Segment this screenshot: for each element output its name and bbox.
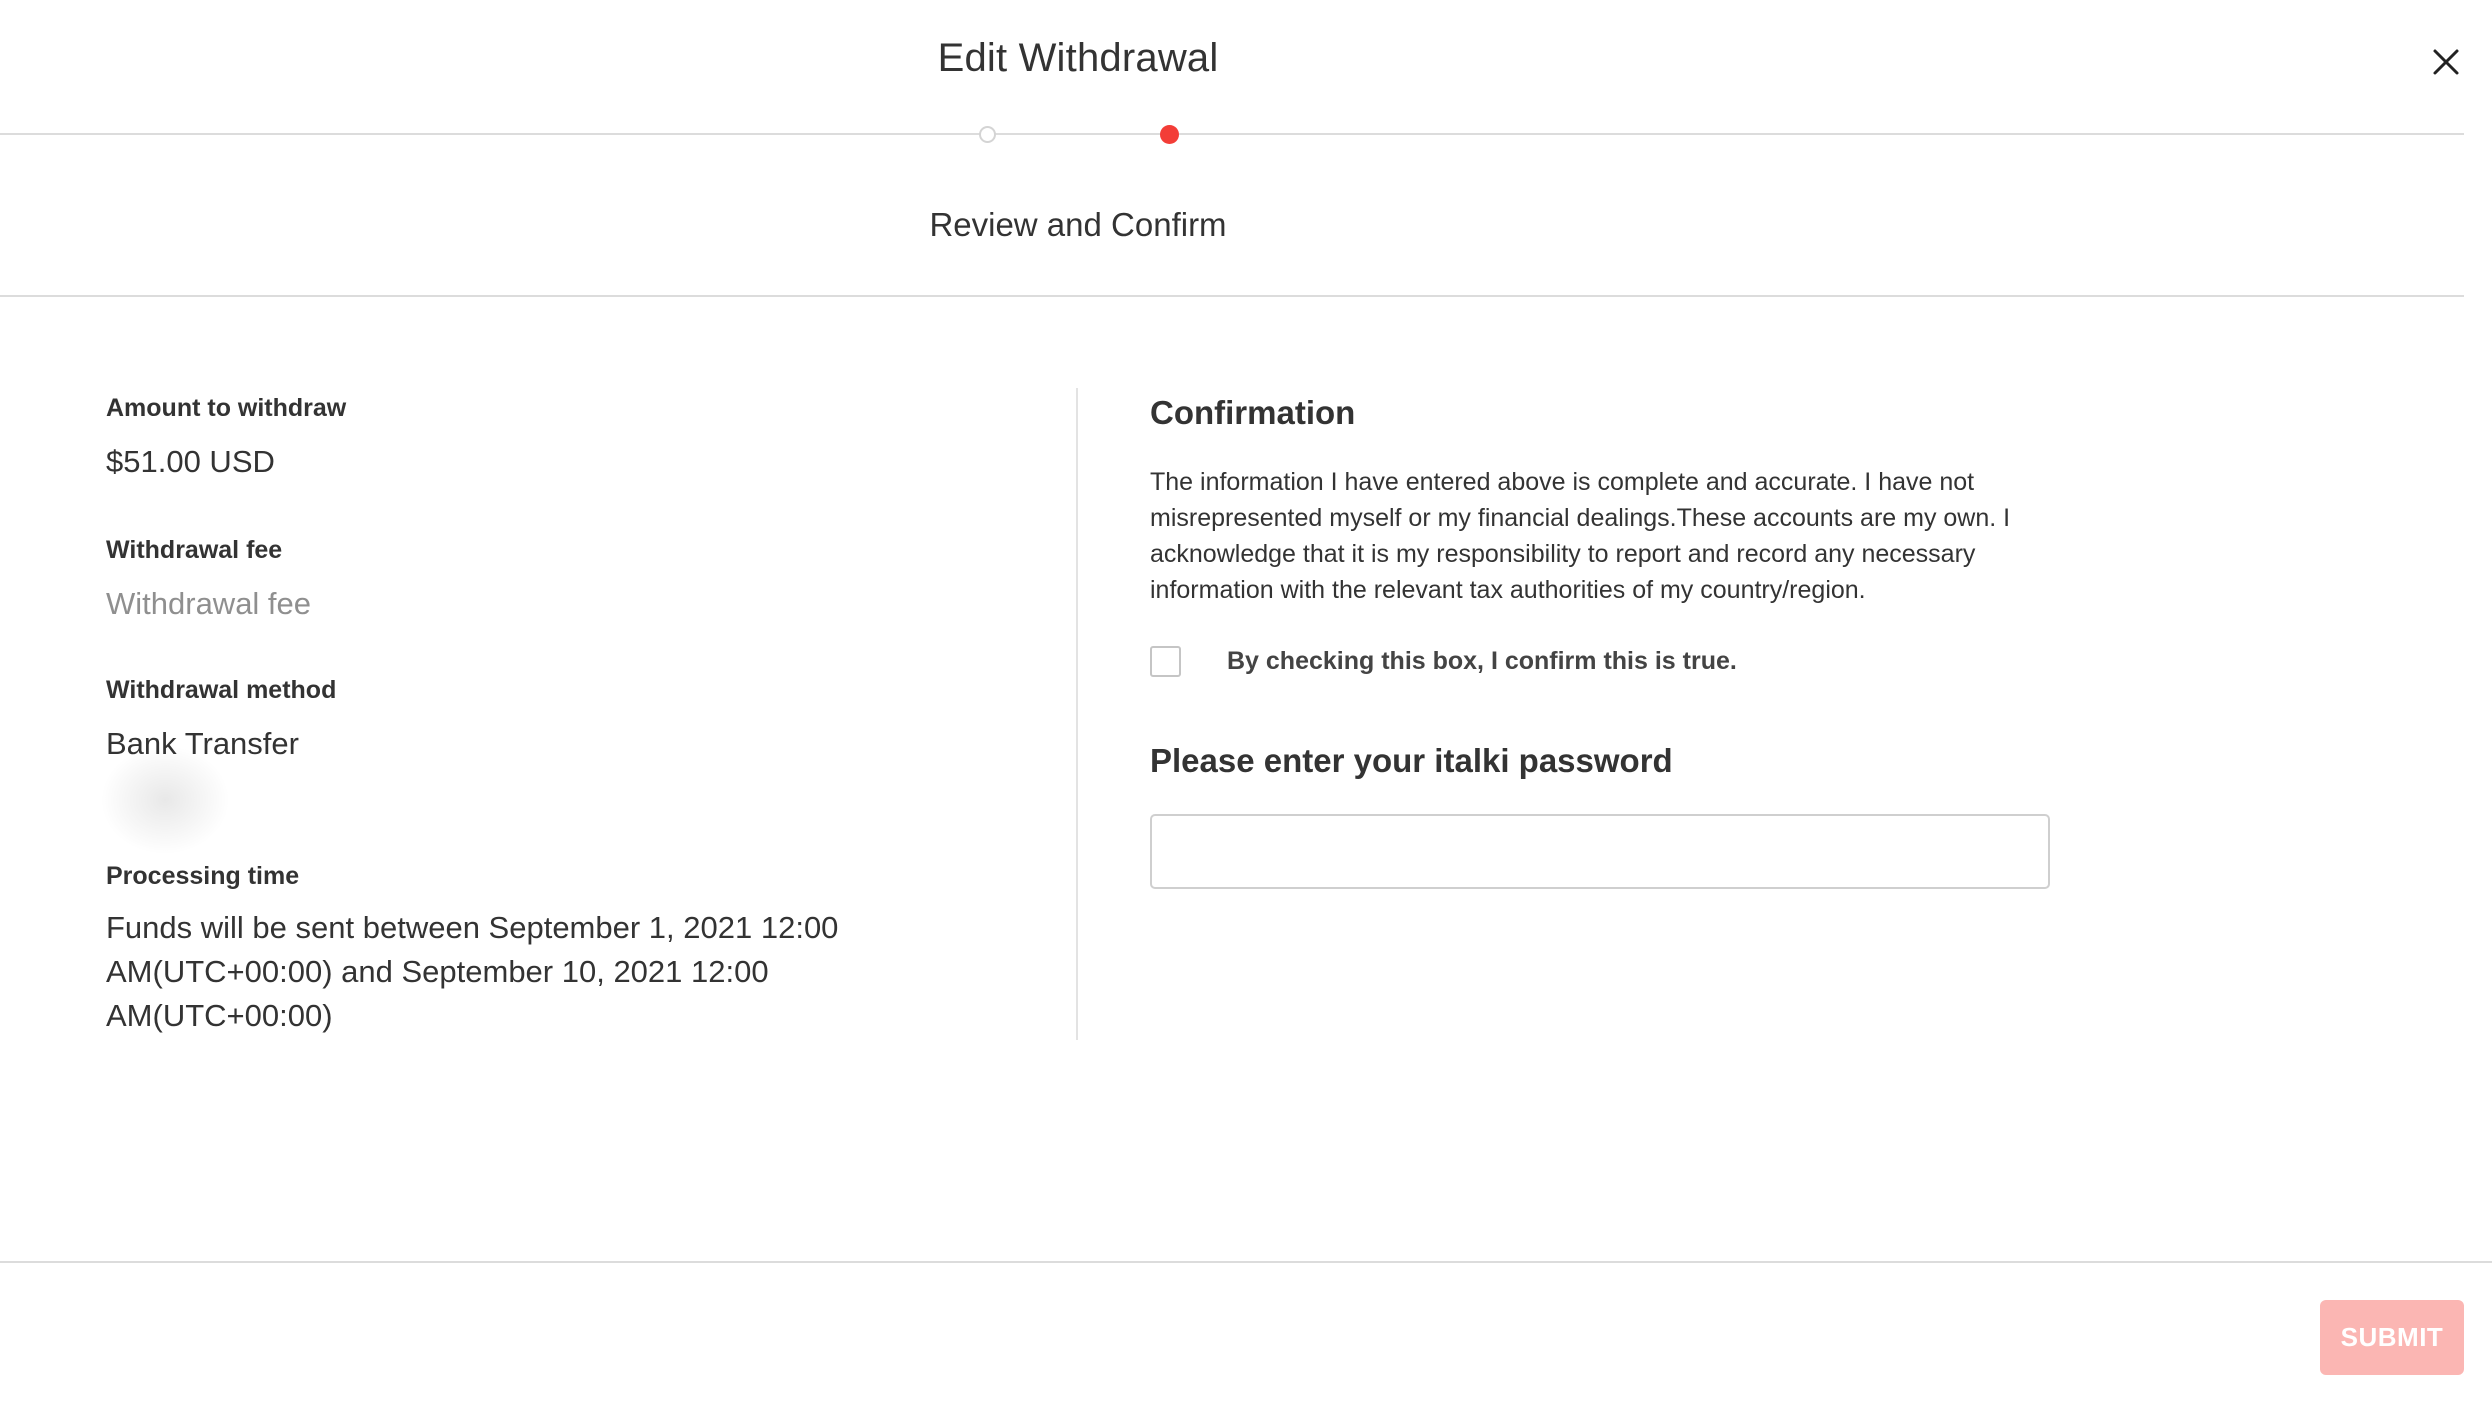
confirm-checkbox-label[interactable]: By checking this box, I confirm this is … — [1227, 647, 1737, 676]
stepper-track — [0, 133, 2464, 135]
close-icon — [2433, 49, 2459, 75]
confirm-checkbox[interactable] — [1150, 646, 1181, 677]
column-divider — [1076, 388, 1078, 1040]
processing-value: Funds will be sent between September 1, … — [106, 910, 839, 1033]
submit-button[interactable]: SUBMIT — [2320, 1300, 2464, 1375]
processing-label: Processing time — [106, 862, 300, 890]
step-1-indicator — [979, 126, 996, 143]
method-label: Withdrawal method — [106, 676, 337, 704]
modal-header: Edit Withdrawal — [0, 0, 2464, 135]
password-heading: Please enter your italki password — [1150, 742, 1673, 779]
method-value: Bank Transfer — [106, 726, 299, 761]
password-input[interactable] — [1150, 814, 2050, 889]
close-button[interactable] — [2426, 42, 2466, 82]
confirm-checkbox-row: By checking this box, I confirm this is … — [1150, 646, 2050, 678]
divider — [0, 295, 2464, 297]
footer-divider — [0, 1261, 2492, 1263]
confirmation-heading: Confirmation — [1150, 394, 1356, 431]
step-title: Review and Confirm — [929, 206, 1227, 243]
step-2-indicator — [1160, 125, 1179, 144]
modal-title: Edit Withdrawal — [937, 36, 1219, 80]
fee-label: Withdrawal fee — [106, 536, 283, 564]
fee-value: Withdrawal fee — [106, 586, 312, 621]
amount-value: $51.00 USD — [106, 444, 275, 479]
amount-label: Amount to withdraw — [106, 394, 347, 422]
confirmation-text: The information I have entered above is … — [1150, 468, 2011, 604]
